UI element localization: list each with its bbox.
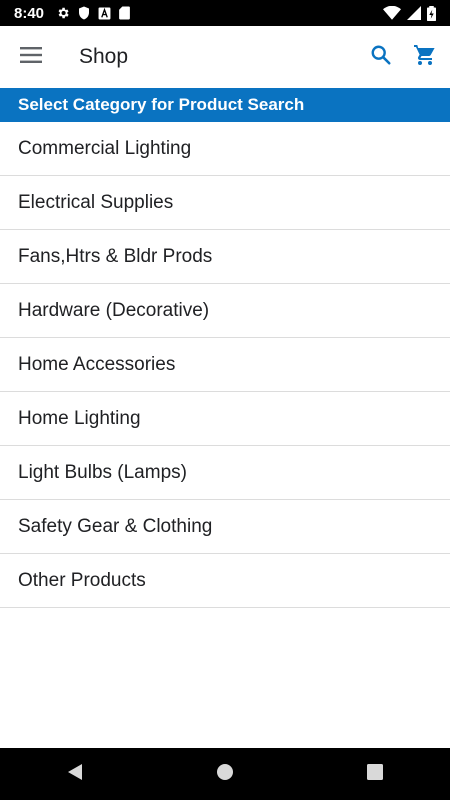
status-bar: 8:40 xyxy=(0,0,450,26)
a-box-icon xyxy=(98,7,111,20)
recents-button[interactable] xyxy=(345,754,405,794)
category-item-fans-heaters-builder-products[interactable]: Fans,Htrs & Bldr Prods xyxy=(0,230,450,284)
battery-icon xyxy=(427,5,436,21)
home-button[interactable] xyxy=(195,754,255,794)
hamburger-menu-icon xyxy=(20,46,42,68)
cart-button[interactable] xyxy=(410,42,440,72)
shield-icon xyxy=(78,6,90,20)
cart-icon xyxy=(413,43,437,72)
page-title: Shop xyxy=(79,45,129,68)
category-item-other-products[interactable]: Other Products xyxy=(0,554,450,608)
category-item-safety-gear-clothing[interactable]: Safety Gear & Clothing xyxy=(0,500,450,554)
status-right xyxy=(383,5,450,21)
search-button[interactable] xyxy=(366,42,396,72)
category-item-home-lighting[interactable]: Home Lighting xyxy=(0,392,450,446)
category-item-commercial-lighting[interactable]: Commercial Lighting xyxy=(0,122,450,176)
category-list: Commercial Lighting Electrical Supplies … xyxy=(0,122,450,608)
category-item-home-accessories[interactable]: Home Accessories xyxy=(0,338,450,392)
section-header: Select Category for Product Search xyxy=(0,88,450,122)
settings-icon xyxy=(56,6,70,20)
category-item-hardware-decorative[interactable]: Hardware (Decorative) xyxy=(0,284,450,338)
back-icon xyxy=(67,763,83,786)
status-time: 8:40 xyxy=(14,4,45,22)
menu-button[interactable] xyxy=(16,42,46,72)
cell-signal-icon xyxy=(407,6,421,20)
category-item-light-bulbs[interactable]: Light Bulbs (Lamps) xyxy=(0,446,450,500)
search-icon xyxy=(370,44,392,71)
sd-card-icon xyxy=(119,6,130,20)
category-item-electrical-supplies[interactable]: Electrical Supplies xyxy=(0,176,450,230)
home-icon xyxy=(216,763,234,786)
app-actions xyxy=(366,42,450,72)
status-left: 8:40 xyxy=(0,5,130,22)
app-bar: Shop xyxy=(0,26,450,88)
wifi-icon xyxy=(383,6,401,20)
recents-icon xyxy=(367,763,383,785)
back-button[interactable] xyxy=(45,754,105,794)
system-nav-bar xyxy=(0,748,450,800)
